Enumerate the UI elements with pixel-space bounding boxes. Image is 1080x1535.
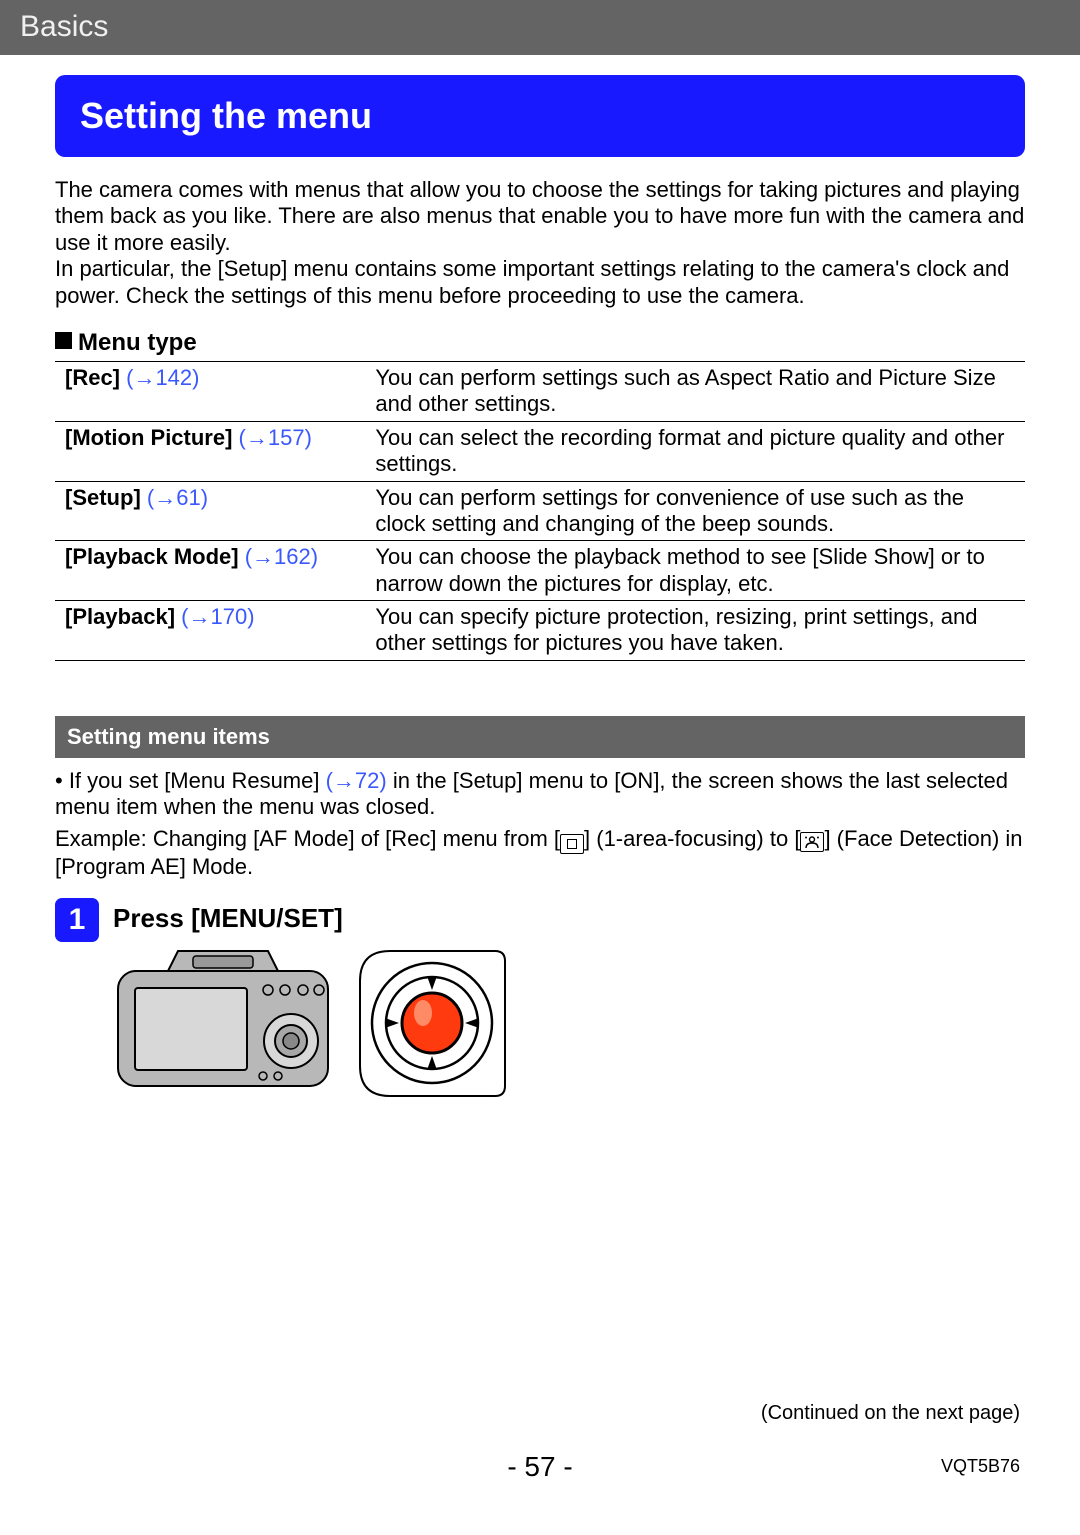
menu-type-table: [Rec] (→142) You can perform settings su… [55, 361, 1025, 661]
camera-back-icon [113, 946, 333, 1101]
page-ref-link[interactable]: (→61) [147, 485, 208, 510]
menu-name: [Playback] [65, 604, 181, 629]
intro-paragraph-1: The camera comes with menus that allow y… [55, 177, 1025, 256]
intro-paragraph-2: In particular, the [Setup] menu contains… [55, 256, 1025, 309]
setting-menu-items-heading: Setting menu items [55, 716, 1025, 758]
page-title: Setting the menu [55, 75, 1025, 157]
page-number: - 57 - [0, 1451, 1080, 1483]
menu-desc: You can specify picture protection, resi… [365, 601, 1025, 661]
square-bullet-icon [55, 332, 72, 349]
camera-illustration [113, 946, 1025, 1101]
example-line: Example: Changing [AF Mode] of [Rec] men… [55, 826, 1025, 880]
example-text: Example: Changing [AF Mode] of [Rec] men… [55, 826, 560, 851]
page-ref-link[interactable]: (→142) [126, 365, 199, 390]
page-content: Setting the menu The camera comes with m… [0, 75, 1080, 1101]
table-row: [Motion Picture] (→157) You can select t… [55, 421, 1025, 481]
bullet-text: • If you set [Menu Resume] [55, 768, 326, 793]
menu-resume-bullet: • If you set [Menu Resume] (→72) in the … [55, 768, 1025, 821]
continued-note: (Continued on the next page) [761, 1402, 1020, 1425]
table-row: [Rec] (→142) You can perform settings su… [55, 361, 1025, 421]
page-ref-link[interactable]: (→72) [326, 768, 387, 793]
menu-name: [Motion Picture] [65, 425, 239, 450]
step-number-badge: 1 [55, 898, 99, 942]
menu-desc: You can select the recording format and … [365, 421, 1025, 481]
face-detection-icon [800, 832, 824, 852]
menu-set-button-icon [355, 946, 510, 1101]
header-title: Basics [20, 10, 108, 43]
menu-type-heading: Menu type [55, 329, 1025, 357]
menu-name: [Rec] [65, 365, 126, 390]
page-ref-link[interactable]: (→170) [181, 604, 254, 629]
menu-name: [Playback Mode] [65, 544, 245, 569]
header: Basics [0, 0, 1080, 55]
table-row: [Playback Mode] (→162) You can choose th… [55, 541, 1025, 601]
page-ref-link[interactable]: (→162) [245, 544, 318, 569]
menu-desc: You can perform settings such as Aspect … [365, 361, 1025, 421]
step-1: 1 Press [MENU/SET] [55, 898, 1025, 1101]
step-title: Press [MENU/SET] [113, 903, 1025, 934]
menu-name: [Setup] [65, 485, 147, 510]
table-row: [Setup] (→61) You can perform settings f… [55, 481, 1025, 541]
document-id: VQT5B76 [941, 1456, 1020, 1477]
table-row: [Playback] (→170) You can specify pictur… [55, 601, 1025, 661]
page-ref-link[interactable]: (→157) [239, 425, 312, 450]
menu-desc: You can choose the playback method to se… [365, 541, 1025, 601]
menu-desc: You can perform settings for convenience… [365, 481, 1025, 541]
menu-type-label: Menu type [78, 329, 197, 356]
example-text: ] (1-area-focusing) to [ [584, 826, 800, 851]
one-area-focusing-icon [560, 834, 584, 854]
